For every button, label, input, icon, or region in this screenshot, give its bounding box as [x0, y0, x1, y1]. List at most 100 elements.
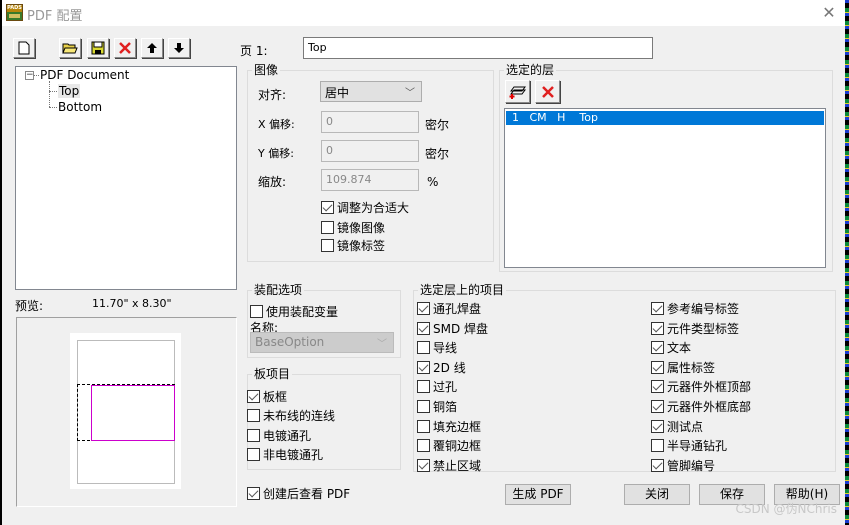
- checkbox-box[interactable]: [651, 341, 664, 355]
- board-items-title: 板项目: [252, 367, 293, 381]
- align-select[interactable]: 居中 ﹀: [320, 81, 422, 102]
- tree-root[interactable]: PDF Document: [40, 68, 129, 82]
- layer-item-checkbox[interactable]: 管脚编号: [651, 457, 715, 474]
- delete-button[interactable]: [114, 38, 136, 58]
- layer-item-checkbox[interactable]: 参考编号标签: [651, 300, 739, 317]
- y-offset-input[interactable]: 0: [321, 140, 419, 162]
- align-value: 居中: [325, 86, 350, 100]
- plated-holes-checkbox[interactable]: 电镀通孔: [247, 427, 311, 444]
- checkbox-box[interactable]: [651, 458, 664, 472]
- layer-item-checkbox[interactable]: SMD 焊盘: [417, 320, 488, 337]
- layer-item-checkbox[interactable]: 通孔焊盘: [417, 300, 481, 317]
- checkbox-box[interactable]: [247, 448, 260, 461]
- add-layer-button[interactable]: [505, 80, 530, 103]
- layer-item-checkbox[interactable]: 元器件外框顶部: [651, 378, 751, 395]
- checkbox-box[interactable]: [247, 429, 260, 442]
- checkbox-box[interactable]: [321, 201, 334, 214]
- layer-item-checkbox[interactable]: 导线: [417, 339, 457, 356]
- preview-pane: [16, 317, 237, 507]
- checkbox-box[interactable]: [417, 341, 430, 355]
- tree-item-bottom[interactable]: Bottom: [58, 100, 102, 114]
- layer-item-checkbox[interactable]: 属性标签: [651, 359, 715, 376]
- non-plated-holes-checkbox[interactable]: 非电镀通孔: [247, 446, 323, 463]
- mirror-image-checkbox[interactable]: 镜像图像: [321, 219, 385, 236]
- variant-name-select[interactable]: BaseOption ﹀: [250, 332, 394, 353]
- new-page-button[interactable]: [13, 38, 35, 58]
- layer-items-title: 选定层上的项目: [418, 283, 507, 297]
- checkbox-box[interactable]: [651, 439, 664, 453]
- scale-unit: %: [427, 175, 439, 189]
- layer-row[interactable]: 1 CM H Top: [506, 111, 824, 125]
- checkbox-box[interactable]: [417, 360, 430, 374]
- move-down-button[interactable]: [168, 38, 190, 58]
- selected-layers-title: 选定的层: [504, 63, 557, 77]
- layer-item-checkbox[interactable]: 元器件外框底部: [651, 398, 751, 415]
- close-button[interactable]: 关闭: [624, 484, 690, 505]
- page-tree[interactable]: − PDF Document Top Bottom: [15, 66, 237, 290]
- checkbox-box[interactable]: [250, 305, 263, 318]
- checkbox-box[interactable]: [417, 458, 430, 472]
- layer-item-checkbox[interactable]: 覆铜边框: [417, 437, 481, 454]
- view-after-create-checkbox[interactable]: 创建后查看 PDF: [247, 485, 350, 502]
- chevron-down-icon: ﹀: [405, 88, 415, 99]
- remove-layer-button[interactable]: [535, 80, 560, 103]
- pdf-config-dialog: PADS PDF 配置 ✕ 页 1: Top − PDF Document To…: [2, 0, 845, 525]
- selected-layers-list[interactable]: 1 CM H Top: [504, 108, 826, 268]
- checkbox-box[interactable]: [651, 360, 664, 374]
- new-document-icon: [18, 41, 30, 55]
- x-offset-input[interactable]: 0: [321, 111, 419, 133]
- checkbox-box[interactable]: [247, 487, 260, 500]
- layer-item-checkbox[interactable]: 禁止区域: [417, 457, 481, 474]
- collapse-icon[interactable]: −: [25, 71, 34, 80]
- checkbox-box[interactable]: [321, 221, 334, 234]
- checkbox-box[interactable]: [651, 419, 664, 433]
- layer-item-checkbox[interactable]: 铜箔: [417, 398, 457, 415]
- generate-pdf-button[interactable]: 生成 PDF: [505, 484, 571, 505]
- checkbox-box[interactable]: [651, 400, 664, 413]
- window-title: PDF 配置: [27, 9, 83, 24]
- save-config-button[interactable]: [87, 38, 109, 58]
- arrow-up-icon: [147, 43, 157, 53]
- checkbox-box[interactable]: [651, 321, 664, 335]
- move-up-button[interactable]: [141, 38, 163, 58]
- image-group-title: 图像: [252, 63, 281, 77]
- layer-item-checkbox[interactable]: 过孔: [417, 378, 457, 395]
- checkbox-box[interactable]: [417, 419, 430, 433]
- checkbox-box[interactable]: [247, 390, 260, 403]
- use-variant-checkbox[interactable]: 使用装配变量: [250, 303, 338, 320]
- open-button[interactable]: [59, 38, 81, 58]
- preview-size: 11.70" x 8.30": [92, 297, 172, 310]
- layer-item-checkbox[interactable]: 文本: [651, 339, 691, 356]
- fit-to-size-checkbox[interactable]: 调整为合适大: [321, 199, 409, 216]
- floppy-disk-icon: [91, 41, 105, 55]
- mirror-labels-checkbox[interactable]: 镜像标签: [321, 237, 385, 254]
- checkbox-box[interactable]: [417, 321, 430, 335]
- background-canvas-strip: [845, 0, 849, 525]
- layer-item-checkbox[interactable]: 填充边框: [417, 418, 481, 435]
- checkbox-box[interactable]: [417, 302, 430, 315]
- checkbox-box[interactable]: [321, 239, 334, 252]
- layer-item-checkbox[interactable]: 测试点: [651, 418, 703, 435]
- layer-item-checkbox[interactable]: 元件类型标签: [651, 320, 739, 337]
- checkbox-box[interactable]: [651, 302, 664, 315]
- red-x-icon: [119, 42, 131, 54]
- checkbox-box[interactable]: [417, 380, 430, 394]
- variant-name-value: BaseOption: [255, 335, 325, 349]
- scale-label: 缩放:: [258, 175, 287, 189]
- tree-item-top[interactable]: Top: [58, 84, 81, 98]
- unrouted-connections-checkbox[interactable]: 未布线的连线: [247, 407, 335, 424]
- close-icon[interactable]: ✕: [819, 3, 839, 23]
- layer-item-checkbox[interactable]: 半导通钻孔: [651, 437, 727, 454]
- board-outline-checkbox[interactable]: 板框: [247, 388, 287, 405]
- checkbox-box[interactable]: [417, 400, 430, 413]
- page-name-input[interactable]: Top: [303, 37, 653, 59]
- checkbox-box[interactable]: [247, 409, 260, 422]
- add-layer-icon: [509, 86, 526, 99]
- watermark: CSDN @伪NChris: [735, 502, 837, 516]
- preview-label: 预览:: [15, 299, 44, 313]
- checkbox-box[interactable]: [651, 380, 664, 394]
- scale-input[interactable]: 109.874: [321, 169, 419, 191]
- y-offset-unit: 密尔: [425, 147, 450, 161]
- checkbox-box[interactable]: [417, 439, 430, 453]
- layer-item-checkbox[interactable]: 2D 线: [417, 359, 466, 376]
